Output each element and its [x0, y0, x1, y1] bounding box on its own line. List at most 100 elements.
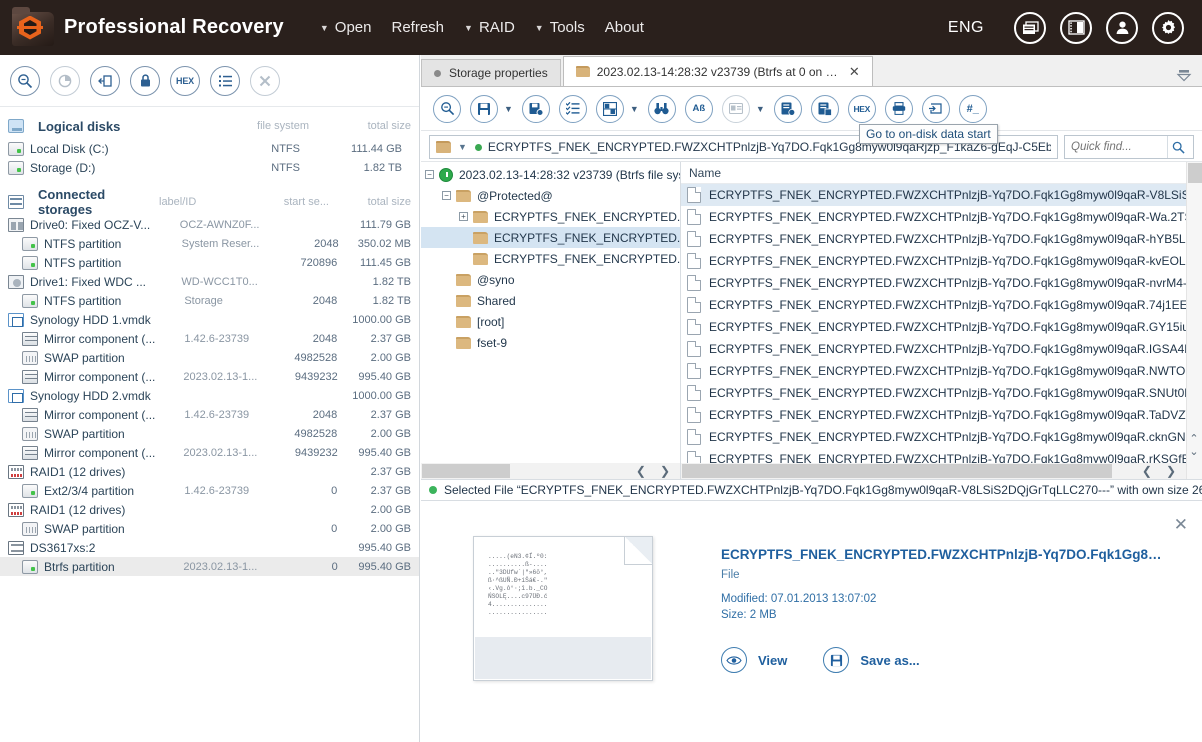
- storage-row[interactable]: Synology HDD 2.vmdk 1000.00 GB: [0, 386, 419, 405]
- tree-item[interactable]: fset-9: [421, 332, 680, 353]
- tree-horizontal-scrollbar[interactable]: ❮ ❯: [421, 463, 680, 479]
- chevron-down-icon[interactable]: ▼: [630, 104, 639, 114]
- hash-icon[interactable]: #_: [958, 94, 987, 123]
- hex-icon[interactable]: HEX: [847, 94, 876, 123]
- goto-on-disk-data-start-icon[interactable]: [810, 94, 839, 123]
- storage-row[interactable]: Mirror component (... 1.42.6-23739 2048 2.3…: [0, 329, 419, 348]
- close-icon[interactable]: ✕: [1174, 515, 1188, 535]
- file-list-item[interactable]: ECRYPTFS_FNEK_ENCRYPTED.FWZXCHTPnlzjB-Yq…: [681, 382, 1202, 404]
- tree-item[interactable]: Shared: [421, 290, 680, 311]
- hex-icon[interactable]: HEX: [170, 65, 200, 96]
- storage-row[interactable]: NTFS partition 720896 111.45 GB: [0, 253, 419, 272]
- chevron-left-icon[interactable]: ❮: [636, 464, 646, 478]
- tree-item[interactable]: − @Protected@: [421, 185, 680, 206]
- file-list-horizontal-scrollbar[interactable]: ❮ ❯: [681, 463, 1186, 479]
- window-icon[interactable]: [1014, 11, 1046, 44]
- search-icon[interactable]: [1167, 136, 1189, 158]
- storage-row[interactable]: Drive0: Fixed OCZ-V... OCZ-AWNZ0F... 111.7…: [0, 215, 419, 234]
- close-icon[interactable]: [250, 65, 280, 96]
- save-as-button[interactable]: Save as...: [823, 647, 920, 673]
- view-button[interactable]: View: [721, 647, 787, 673]
- encoding-icon[interactable]: Aß: [684, 94, 713, 123]
- scroll-thumb[interactable]: [422, 464, 510, 478]
- file-list-item[interactable]: ECRYPTFS_FNEK_ENCRYPTED.FWZXCHTPnlzjB-Yq…: [681, 184, 1202, 206]
- tree-item[interactable]: ECRYPTFS_FNEK_ENCRYPTED.FWZXC: [421, 227, 680, 248]
- storage-row[interactable]: DS3617xs:2 995.40 GB: [0, 538, 419, 557]
- storage-row[interactable]: Drive1: Fixed WDC ... WD-WCC1T0... 1.82 TB: [0, 272, 419, 291]
- expand-icon[interactable]: +: [459, 212, 468, 221]
- lock-icon[interactable]: [130, 65, 160, 96]
- file-list-vertical-scrollbar[interactable]: ⌃ ⌄: [1186, 162, 1202, 479]
- goto-file-record-icon[interactable]: [773, 94, 802, 123]
- user-icon[interactable]: [1106, 11, 1138, 44]
- storage-row[interactable]: SWAP partition 4982528 2.00 GB: [0, 348, 419, 367]
- search-input[interactable]: [1069, 140, 1167, 154]
- find-icon[interactable]: [433, 94, 461, 123]
- file-list-item[interactable]: ECRYPTFS_FNEK_ENCRYPTED.FWZXCHTPnlzjB-Yq…: [681, 360, 1202, 382]
- save-settings-icon[interactable]: [521, 94, 550, 123]
- storage-row[interactable]: NTFS partition Storage 2048 1.82 TB: [0, 291, 419, 310]
- file-list-item[interactable]: ECRYPTFS_FNEK_ENCRYPTED.FWZXCHTPnlzjB-Yq…: [681, 426, 1202, 448]
- storage-row[interactable]: SWAP partition 0 2.00 GB: [0, 519, 419, 538]
- close-icon[interactable]: ✕: [849, 64, 860, 80]
- menu-item-tools[interactable]: ▼ Tools: [525, 13, 595, 42]
- file-list-item[interactable]: ECRYPTFS_FNEK_ENCRYPTED.FWZXCHTPnlzjB-Yq…: [681, 404, 1202, 426]
- storage-row[interactable]: Synology HDD 1.vmdk 1000.00 GB: [0, 310, 419, 329]
- tree-item[interactable]: − 2023.02.13-14:28:32 v23739 (Btrfs file …: [421, 164, 680, 185]
- save-icon[interactable]: [470, 94, 498, 123]
- collapse-icon[interactable]: −: [425, 170, 434, 179]
- export-icon[interactable]: [921, 94, 950, 123]
- chevron-down-icon[interactable]: ▼: [756, 104, 765, 114]
- storage-row[interactable]: Ext2/3/4 partition 1.42.6-23739 0 2.37 GB: [0, 481, 419, 500]
- checklist-icon[interactable]: [558, 94, 587, 123]
- file-list-item[interactable]: ECRYPTFS_FNEK_ENCRYPTED.FWZXCHTPnlzjB-Yq…: [681, 272, 1202, 294]
- storage-row[interactable]: Mirror component (... 2023.02.13-1... 9439…: [0, 443, 419, 462]
- chevron-left-icon[interactable]: ❮: [1142, 464, 1152, 478]
- preview-icon[interactable]: [721, 94, 750, 123]
- menu-item-raid[interactable]: ▼ RAID: [454, 13, 525, 42]
- chevron-right-icon[interactable]: ❯: [660, 464, 670, 478]
- file-list-header[interactable]: Name: [681, 162, 1202, 184]
- file-list-item[interactable]: ECRYPTFS_FNEK_ENCRYPTED.FWZXCHTPnlzjB-Yq…: [681, 294, 1202, 316]
- list-icon[interactable]: [210, 65, 240, 96]
- chevron-down-icon[interactable]: ▼: [504, 104, 513, 114]
- tree-item[interactable]: [root]: [421, 311, 680, 332]
- tree-item[interactable]: @syno: [421, 269, 680, 290]
- storage-row[interactable]: NTFS partition System Reser... 2048 350.02 …: [0, 234, 419, 253]
- file-list-item[interactable]: ECRYPTFS_FNEK_ENCRYPTED.FWZXCHTPnlzjB-Yq…: [681, 206, 1202, 228]
- tree-item[interactable]: ECRYPTFS_FNEK_ENCRYPTED.FWZXC: [421, 248, 680, 269]
- logical-disk-row[interactable]: Local Disk (C:) NTFS 111.44 GB: [0, 139, 419, 158]
- storage-row[interactable]: SWAP partition 4982528 2.00 GB: [0, 424, 419, 443]
- tree-item[interactable]: + ECRYPTFS_FNEK_ENCRYPTED.FWZXC: [421, 206, 680, 227]
- storage-row[interactable]: RAID1 (12 drives) 2.37 GB: [0, 462, 419, 481]
- file-list-item[interactable]: ECRYPTFS_FNEK_ENCRYPTED.FWZXCHTPnlzjB-Yq…: [681, 338, 1202, 360]
- file-list-item[interactable]: ECRYPTFS_FNEK_ENCRYPTED.FWZXCHTPnlzjB-Yq…: [681, 316, 1202, 338]
- chevron-right-icon[interactable]: ❯: [1166, 464, 1176, 478]
- language-selector[interactable]: ENG: [948, 19, 984, 37]
- file-list-item[interactable]: ECRYPTFS_FNEK_ENCRYPTED.FWZXCHTPnlzjB-Yq…: [681, 228, 1202, 250]
- tab-btrfs-volume[interactable]: 2023.02.13-14:28:32 v23739 (Btrfs at 0 o…: [562, 56, 873, 86]
- tab-storage-properties[interactable]: Storage properties: [421, 59, 561, 86]
- collapse-icon[interactable]: −: [442, 191, 451, 200]
- chevron-up-icon[interactable]: ⌃: [1188, 433, 1200, 446]
- menu-item-open[interactable]: ▼ Open: [310, 13, 382, 42]
- menu-item-about[interactable]: About: [595, 13, 654, 42]
- file-list-item[interactable]: ECRYPTFS_FNEK_ENCRYPTED.FWZXCHTPnlzjB-Yq…: [681, 250, 1202, 272]
- scroll-thumb[interactable]: [1188, 163, 1202, 183]
- chevron-down-icon[interactable]: ▼: [458, 142, 467, 152]
- chevron-down-icon[interactable]: ⌄: [1188, 446, 1200, 459]
- storage-row[interactable]: RAID1 (12 drives) 2.00 GB: [0, 500, 419, 519]
- menu-item-refresh[interactable]: Refresh: [381, 13, 454, 42]
- tab-list-icon[interactable]: [1176, 69, 1202, 86]
- panel-layout-icon[interactable]: [1060, 11, 1092, 44]
- print-icon[interactable]: [884, 94, 913, 123]
- binoculars-icon[interactable]: [647, 94, 676, 123]
- logical-disk-row[interactable]: Storage (D:) NTFS 1.82 TB: [0, 158, 419, 177]
- scroll-thumb[interactable]: [682, 464, 1112, 478]
- storage-row[interactable]: Mirror component (... 1.42.6-23739 2048 2.3…: [0, 405, 419, 424]
- gear-icon[interactable]: [1152, 11, 1184, 44]
- storage-row[interactable]: Mirror component (... 2023.02.13-1... 9439…: [0, 367, 419, 386]
- mount-image-icon[interactable]: [90, 65, 120, 96]
- layout-icon[interactable]: [595, 94, 624, 123]
- storage-row[interactable]: Btrfs partition 2023.02.13-1... 0 995.40 GB: [0, 557, 419, 576]
